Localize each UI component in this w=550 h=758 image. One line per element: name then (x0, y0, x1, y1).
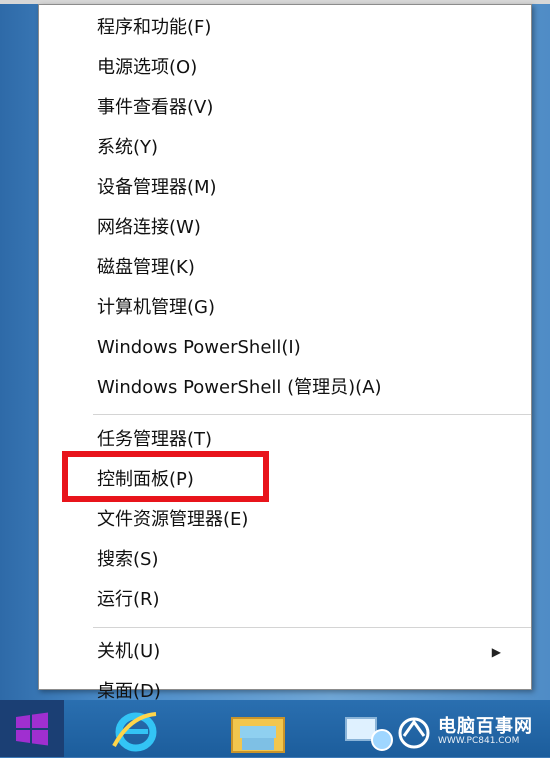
menu-item-search[interactable]: 搜索(S) (97, 542, 158, 578)
submenu-arrow-icon: ▶ (491, 645, 501, 659)
file-explorer-button[interactable] (224, 708, 294, 754)
control-panel-highlight-box (62, 451, 269, 502)
quick-link-menu: 程序和功能(F) 电源选项(O) 事件查看器(V) 系统(Y) 设备管理器(M)… (38, 4, 532, 702)
menu-item-powershell-admin[interactable]: Windows PowerShell (管理员)(A) (97, 370, 382, 406)
menu-separator (93, 414, 531, 415)
menu-item-power-options[interactable]: 电源选项(O) (97, 50, 197, 86)
menu-item-programs-features[interactable]: 程序和功能(F) (97, 10, 211, 46)
windows-start-icon (16, 712, 48, 745)
internet-explorer-icon (112, 712, 157, 752)
menu-item-run[interactable]: 运行(R) (97, 582, 160, 618)
internet-explorer-button[interactable] (110, 708, 160, 754)
menu-item-computer-management[interactable]: 计算机管理(G) (97, 290, 215, 326)
menu-item-network-connections[interactable]: 网络连接(W) (97, 210, 201, 246)
menu-item-file-explorer[interactable]: 文件资源管理器(E) (97, 502, 248, 538)
menu-item-disk-management[interactable]: 磁盘管理(K) (97, 250, 195, 286)
menu-item-powershell[interactable]: Windows PowerShell(I) (97, 330, 301, 366)
start-button[interactable] (0, 700, 64, 757)
menu-item-system[interactable]: 系统(Y) (97, 130, 158, 166)
menu-item-shutdown[interactable]: 关机(U) ▶ (97, 634, 517, 670)
menu-separator (93, 627, 531, 628)
menu-item-event-viewer[interactable]: 事件查看器(V) (97, 90, 213, 126)
watermark-url: WWW.PC841.COM (438, 736, 520, 746)
file-explorer-icon (231, 717, 285, 753)
watermark: 电脑百事网 WWW.PC841.COM (390, 712, 550, 754)
watermark-text: 电脑百事网 (438, 716, 533, 737)
menu-item-device-manager[interactable]: 设备管理器(M) (97, 170, 217, 206)
pc841-logo-icon (398, 717, 430, 749)
